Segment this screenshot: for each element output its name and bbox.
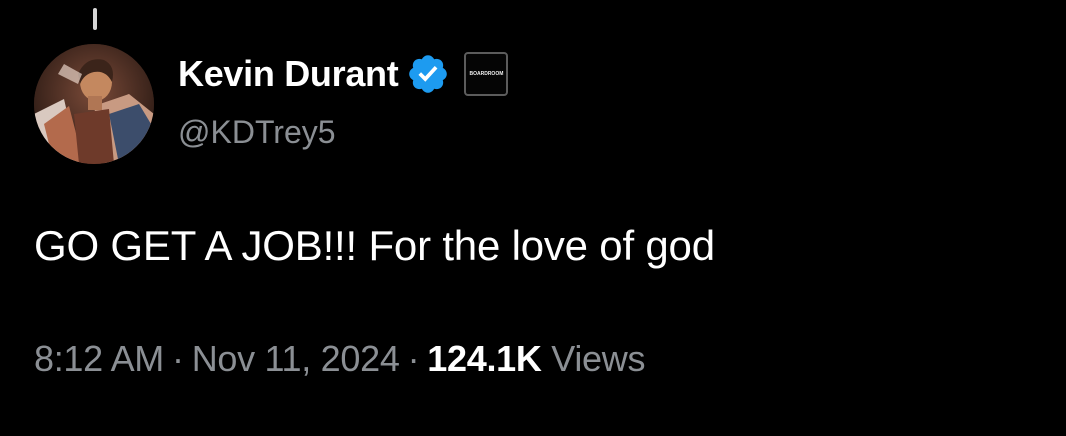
avatar[interactable] — [34, 44, 154, 164]
affiliate-badge-icon[interactable]: BOARDROOM — [464, 52, 509, 96]
author-handle[interactable]: @KDTrey5 — [178, 110, 336, 154]
meta-separator: · — [171, 338, 184, 379]
verified-badge-icon[interactable] — [406, 52, 450, 96]
views-count: 124.1K — [427, 338, 542, 379]
tweet-text: GO GET A JOB!!! For the love of god — [34, 222, 715, 269]
meta-separator: · — [407, 338, 420, 379]
tweet-time[interactable]: 8:12 AM — [34, 338, 164, 379]
tweet-date[interactable]: Nov 11, 2024 — [192, 338, 400, 379]
avatar-image — [34, 44, 154, 164]
tweet-meta: 8:12 AM · Nov 11, 2024 · 124.1K Views — [34, 334, 645, 384]
author-display-name[interactable]: Kevin Durant — [178, 50, 399, 98]
views-label: Views — [551, 338, 646, 379]
reply-thread-line — [93, 8, 97, 30]
author-name-row: Kevin Durant BOARDROOM — [178, 50, 509, 98]
